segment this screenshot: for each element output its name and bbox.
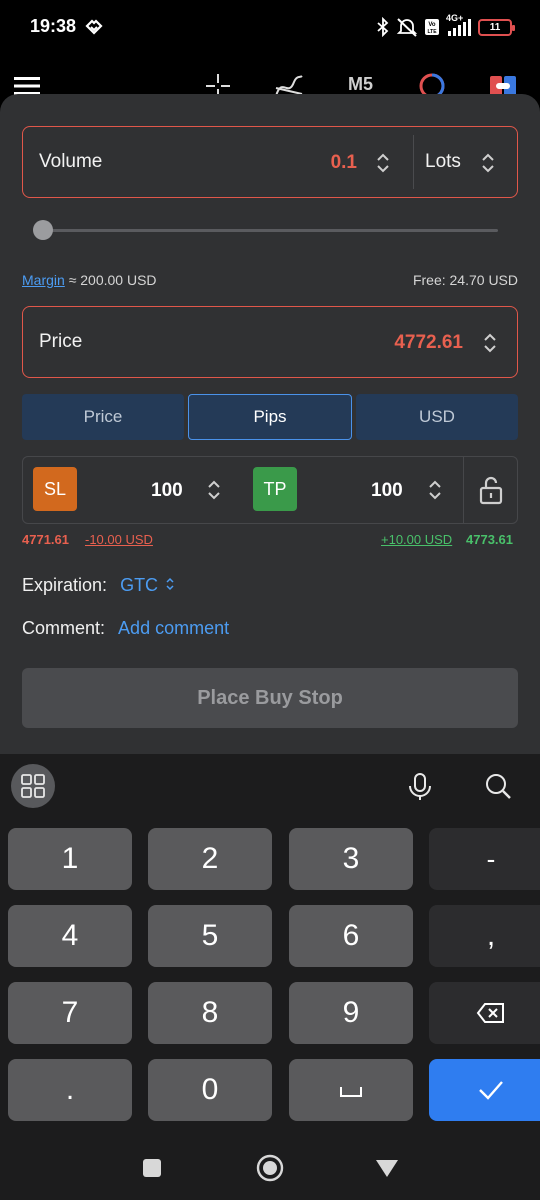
free-value: 24.70 USD xyxy=(449,272,518,288)
tab-price[interactable]: Price xyxy=(22,394,184,440)
numeric-keyboard: 1 2 3 - 4 5 6 , 7 8 9 . 0 xyxy=(0,818,540,1134)
checkmark-icon xyxy=(479,1081,503,1100)
tp-badge: TP xyxy=(253,467,297,511)
space-key[interactable] xyxy=(289,1059,413,1121)
expiration-row: Expiration: GTC xyxy=(22,575,175,597)
expiration-label: Expiration: xyxy=(22,575,108,595)
system-nav-bar xyxy=(0,1134,540,1200)
comment-row: Comment: Add comment xyxy=(22,618,229,639)
keyboard-toolbar xyxy=(0,754,540,818)
margin-row: Margin ≈ 200.00 USD Free: 24.70 USD xyxy=(22,272,518,288)
key-comma[interactable]: , xyxy=(429,905,540,967)
tab-usd[interactable]: USD xyxy=(356,394,518,440)
unlock-icon[interactable] xyxy=(478,475,504,505)
tp-price: 4773.61 xyxy=(466,532,513,547)
volume-slider-track[interactable] xyxy=(34,229,498,232)
tp-usd: +10.00 USD xyxy=(381,532,453,547)
backspace-icon xyxy=(476,1003,504,1023)
volume-label: Volume xyxy=(39,151,103,172)
key-4[interactable]: 4 xyxy=(8,905,132,967)
price-field[interactable]: Price 4772.61 xyxy=(22,306,518,378)
sl-price: 4771.61 xyxy=(22,532,69,547)
key-period[interactable]: . xyxy=(8,1059,132,1121)
price-stepper-icon[interactable] xyxy=(483,331,497,353)
price-label: Price xyxy=(39,331,83,352)
key-5[interactable]: 5 xyxy=(148,905,272,967)
key-minus[interactable]: - xyxy=(429,828,540,890)
battery-level: 11 xyxy=(489,21,501,33)
key-0[interactable]: 0 xyxy=(148,1059,272,1121)
comment-label: Comment: xyxy=(22,618,106,638)
signal-icon: 4G+ xyxy=(446,13,472,37)
sl-badge: SL xyxy=(33,467,77,511)
volume-unit-select[interactable]: Lots xyxy=(425,151,461,173)
tp-input[interactable]: 100 xyxy=(371,480,403,502)
enter-key[interactable] xyxy=(429,1059,540,1121)
svg-text:Vo: Vo xyxy=(428,22,436,28)
volume-field[interactable]: Volume 0.1 Lots xyxy=(22,126,518,198)
key-7[interactable]: 7 xyxy=(8,982,132,1044)
unit-stepper-icon[interactable] xyxy=(481,151,495,173)
key-3[interactable]: 3 xyxy=(289,828,413,890)
tp-stepper-icon[interactable] xyxy=(428,478,442,500)
back-icon[interactable] xyxy=(375,1158,399,1183)
sl-stepper-icon[interactable] xyxy=(207,478,221,500)
status-bar: 19:38 Vo LTE 4G+ 11 xyxy=(0,0,540,56)
chevron-updown-icon[interactable] xyxy=(165,576,175,597)
sl-input[interactable]: 100 xyxy=(151,480,183,502)
home-icon[interactable] xyxy=(256,1154,284,1187)
expiration-select[interactable]: GTC xyxy=(120,575,158,595)
space-icon xyxy=(340,1087,362,1097)
svg-text:LTE: LTE xyxy=(427,29,437,35)
sltp-mode-tabs: Price Pips USD xyxy=(22,394,518,440)
search-icon[interactable] xyxy=(484,772,512,805)
free-margin: Free: 24.70 USD xyxy=(413,272,518,288)
key-1[interactable]: 1 xyxy=(8,828,132,890)
battery-icon: 11 xyxy=(478,18,515,36)
timeframe-button[interactable]: M5 xyxy=(348,74,373,95)
divider xyxy=(463,457,464,523)
volume-value[interactable]: 0.1 xyxy=(331,152,357,174)
order-sheet: Volume 0.1 Lots Margin ≈ 200.00 USD Free… xyxy=(0,94,540,754)
place-buy-stop-button[interactable]: Place Buy Stop xyxy=(22,668,518,728)
key-6[interactable]: 6 xyxy=(289,905,413,967)
mute-icon xyxy=(396,17,418,37)
volume-stepper-icon[interactable] xyxy=(376,151,390,173)
key-8[interactable]: 8 xyxy=(148,982,272,1044)
status-time: 19:38 xyxy=(30,16,77,36)
volte-icon: Vo LTE xyxy=(424,18,440,36)
volume-slider-thumb[interactable] xyxy=(33,220,53,240)
bluetooth-icon xyxy=(376,17,390,37)
key-9[interactable]: 9 xyxy=(289,982,413,1044)
backspace-key[interactable] xyxy=(429,982,540,1044)
sltp-row: SL 100 TP 100 xyxy=(22,456,518,524)
add-comment-link[interactable]: Add comment xyxy=(118,618,229,638)
keyboard-menu-button[interactable] xyxy=(11,764,55,808)
divider xyxy=(413,135,414,189)
sl-usd: -10.00 USD xyxy=(85,532,153,547)
recent-apps-icon[interactable] xyxy=(142,1158,162,1183)
price-value[interactable]: 4772.61 xyxy=(394,332,463,354)
key-2[interactable]: 2 xyxy=(148,828,272,890)
margin-link[interactable]: Margin xyxy=(22,272,65,288)
heart-icon xyxy=(84,17,104,37)
grid-icon xyxy=(21,774,45,798)
network-label: 4G+ xyxy=(446,13,464,23)
margin-value: ≈ 200.00 USD xyxy=(68,272,157,288)
free-label: Free: xyxy=(412,272,446,288)
tab-pips[interactable]: Pips xyxy=(188,394,352,440)
microphone-icon[interactable] xyxy=(406,772,434,807)
